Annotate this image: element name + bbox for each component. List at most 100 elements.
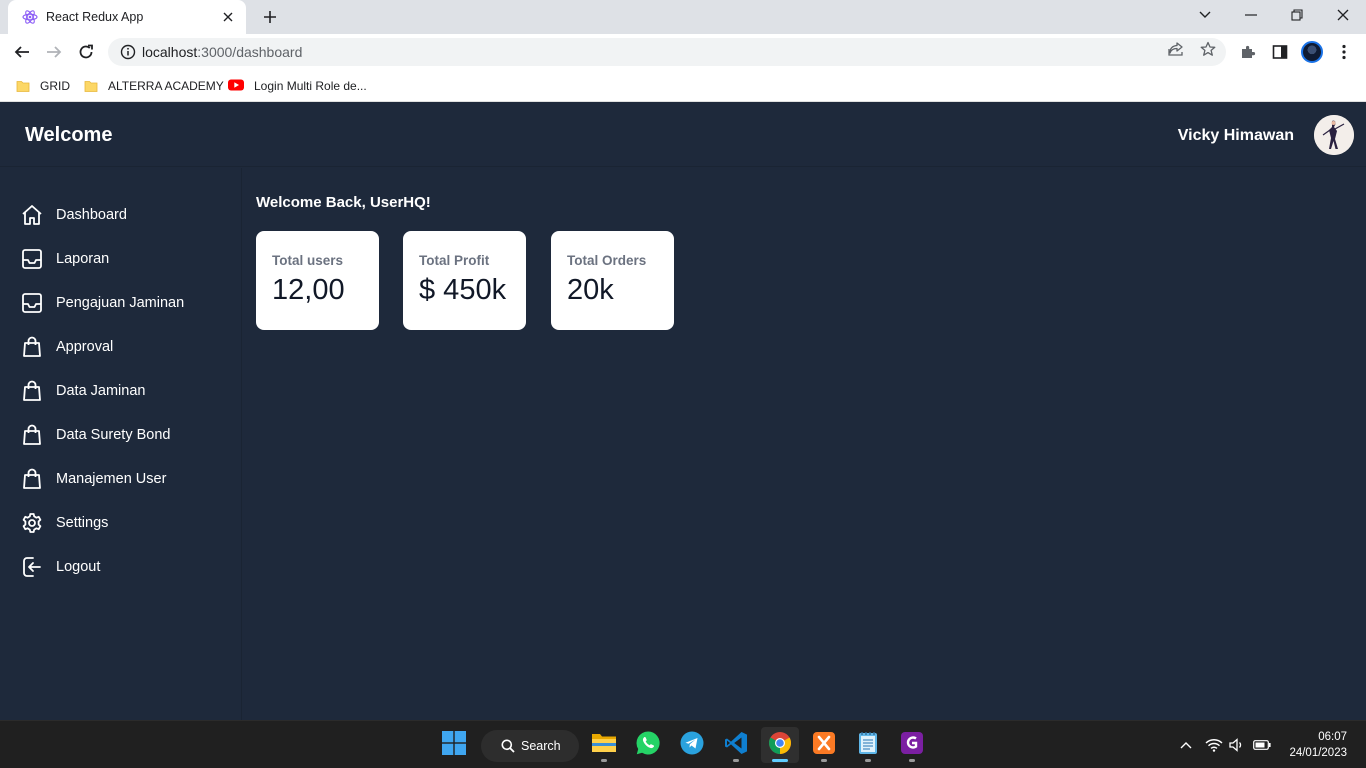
sidebar-item-label: Pengajuan Jaminan [56, 295, 185, 311]
url-host: localhost [142, 44, 198, 60]
bookmark-alterra-academy[interactable]: ALTERRA ACADEMY [84, 76, 224, 96]
running-indicator [865, 759, 871, 762]
sidebar-item-label: Data Surety Bond [56, 427, 171, 443]
battery-icon[interactable] [1252, 735, 1272, 755]
running-indicator [909, 759, 915, 762]
minimize-icon[interactable] [1228, 0, 1274, 30]
new-tab-button[interactable] [258, 6, 282, 28]
notepad-app[interactable] [849, 727, 887, 763]
side-panel-icon[interactable] [1270, 42, 1290, 62]
app-brand[interactable]: Welcome [25, 124, 112, 147]
vscode-icon [724, 731, 748, 760]
sidebar-item-label: Dashboard [56, 207, 127, 223]
react-logo-icon [22, 9, 38, 25]
clock-date: 24/01/2023 [1289, 747, 1347, 759]
bookmark-grid[interactable]: GRID [16, 76, 70, 96]
greeting-heading: Welcome Back, UserHQ! [256, 194, 431, 211]
file-explorer-app[interactable] [585, 727, 623, 763]
folder-icon [16, 79, 30, 93]
user-name: Vicky Himawan [1177, 127, 1294, 144]
shopping-bag-icon [20, 467, 44, 491]
forward-arrow-icon[interactable] [40, 38, 68, 66]
stat-card-total-profit: Total Profit $ 450k [403, 231, 526, 330]
shopping-bag-icon [20, 379, 44, 403]
browser-menu-icon[interactable] [1334, 42, 1354, 62]
gear-icon [20, 511, 44, 535]
wifi-icon[interactable] [1204, 735, 1224, 755]
search-icon [501, 739, 515, 753]
sidebar-item-label: Manajemen User [56, 471, 167, 487]
profile-avatar[interactable] [1301, 41, 1323, 63]
home-icon [20, 203, 44, 227]
folder-icon [84, 79, 98, 93]
browser-tab[interactable]: React Redux App [8, 0, 246, 34]
share-icon[interactable] [1167, 40, 1185, 58]
close-window-icon[interactable] [1320, 0, 1366, 30]
restore-icon[interactable] [1274, 0, 1320, 30]
sidebar-item-pengajuan-jaminan[interactable]: Pengajuan Jaminan [20, 289, 184, 317]
tab-close-icon[interactable] [220, 9, 236, 25]
back-arrow-icon[interactable] [8, 38, 36, 66]
running-indicator [601, 759, 607, 762]
chrome-app[interactable] [761, 727, 799, 763]
running-indicator [733, 759, 739, 762]
sidebar-item-approval[interactable]: Approval [20, 333, 113, 361]
xampp-icon [812, 731, 836, 760]
bookmark-label: Login Multi Role de... [254, 79, 367, 93]
running-indicator [821, 759, 827, 762]
stat-card-total-orders: Total Orders 20k [551, 231, 674, 330]
site-info-icon[interactable] [120, 44, 136, 60]
xampp-app[interactable] [805, 727, 843, 763]
sidebar-item-data-jaminan[interactable]: Data Jaminan [20, 377, 145, 405]
reload-icon[interactable] [72, 38, 100, 66]
windows-logo-icon [442, 730, 466, 760]
sidebar-item-settings[interactable]: Settings [20, 509, 108, 537]
tab-title: React Redux App [46, 10, 144, 24]
inbox-icon [20, 291, 44, 315]
volume-icon[interactable] [1227, 735, 1247, 755]
sidebar-item-label: Logout [56, 559, 101, 575]
system-clock[interactable]: 06:07 24/01/2023 [1289, 729, 1347, 761]
sidebar-item-data-surety-bond[interactable]: Data Surety Bond [20, 421, 170, 449]
stat-card-total-users: Total users 12,00 [256, 231, 379, 330]
telegram-app[interactable] [673, 727, 711, 763]
show-hidden-icons-chevron-icon[interactable] [1176, 735, 1196, 755]
sidebar-item-label: Data Jaminan [56, 383, 146, 399]
sidebar-item-laporan[interactable]: Laporan [20, 245, 109, 273]
sidebar-item-label: Laporan [56, 251, 110, 267]
address-bar[interactable]: localhost:3000/dashboard [108, 38, 1226, 66]
stat-value: $ 450k [419, 274, 507, 306]
whatsapp-app[interactable] [629, 727, 667, 763]
bookmark-label: GRID [40, 79, 70, 93]
sidebar-item-logout[interactable]: Logout [20, 553, 100, 581]
tab-search-chevron-icon[interactable] [1182, 0, 1228, 30]
bookmark-star-icon[interactable] [1199, 40, 1217, 58]
bookmark-login-multi-role[interactable]: Login Multi Role de... [228, 76, 367, 96]
stat-title: Total Profit [419, 253, 490, 268]
sidebar: Dashboard Laporan Pengajuan Jaminan Appr… [0, 168, 242, 720]
youtube-icon [228, 79, 244, 93]
browser-tabstrip: React Redux App [0, 0, 1366, 34]
main-content: Welcome Back, UserHQ! Total users 12,00 … [243, 168, 1366, 720]
app-header: Welcome Vicky Himawan [0, 103, 1366, 167]
pdf-app[interactable] [893, 727, 931, 763]
folder-icon [591, 732, 617, 759]
vscode-app[interactable] [717, 727, 755, 763]
sidebar-item-manajemen-user[interactable]: Manajemen User [20, 465, 166, 493]
chrome-icon [768, 731, 792, 760]
stat-title: Total users [272, 253, 344, 268]
extensions-puzzle-icon[interactable] [1238, 42, 1258, 62]
start-button[interactable] [435, 727, 473, 763]
sidebar-item-label: Approval [56, 339, 114, 355]
notepad-icon [857, 731, 879, 760]
sidebar-item-label: Settings [56, 515, 109, 531]
shopping-bag-icon [20, 335, 44, 359]
taskbar-search[interactable]: Search [481, 730, 579, 762]
pdf-icon [900, 731, 924, 760]
shopping-bag-icon [20, 423, 44, 447]
user-avatar[interactable] [1314, 115, 1354, 155]
bookmarks-bar: GRID ALTERRA ACADEMY Login Multi Role de… [0, 70, 1366, 102]
running-indicator [772, 759, 788, 762]
bookmark-label: ALTERRA ACADEMY [108, 79, 224, 93]
sidebar-item-dashboard[interactable]: Dashboard [20, 201, 127, 229]
